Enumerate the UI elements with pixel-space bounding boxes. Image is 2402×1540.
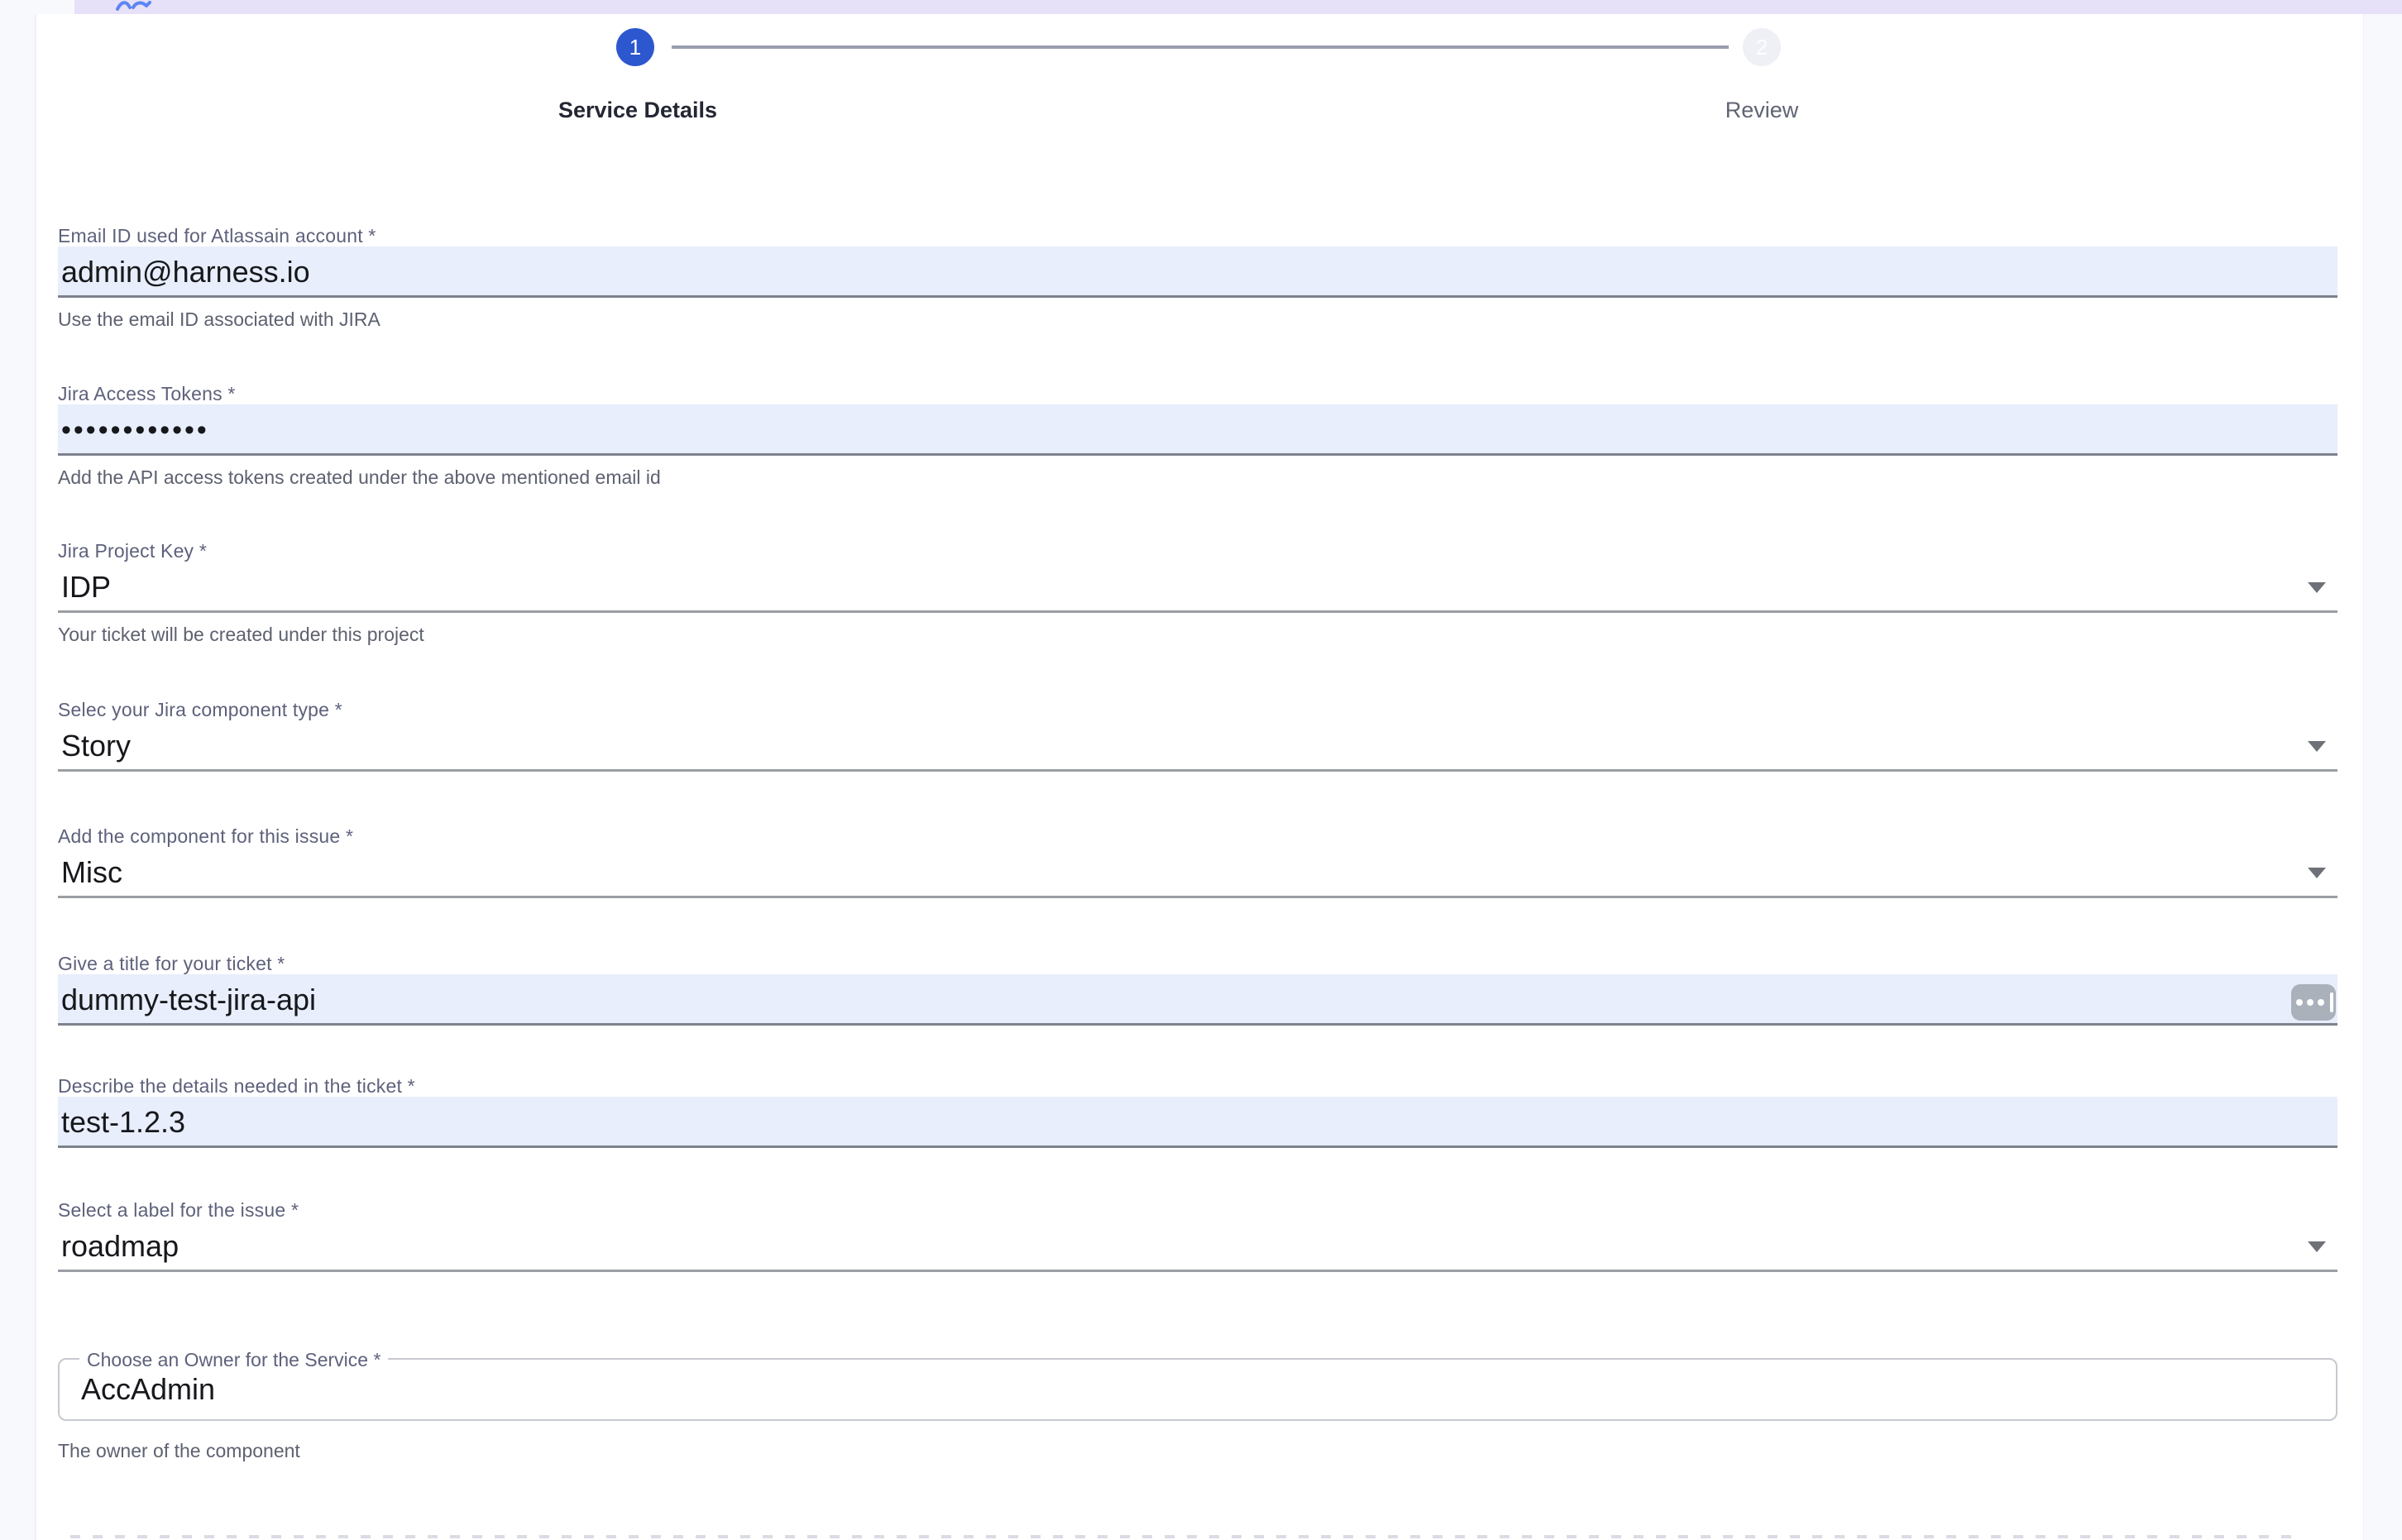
field-jira-project-key: Jira Project Key * IDP Your ticket will … xyxy=(58,540,2337,646)
top-strip-gap xyxy=(0,0,74,14)
field-jira-component-type: Selec your Jira component type * Story xyxy=(58,699,2337,772)
field-email: Email ID used for Atlassain account * ad… xyxy=(58,225,2337,331)
field-issue-component: Add the component for this issue * Misc xyxy=(58,825,2337,898)
issue-label-label: Select a label for the issue * xyxy=(58,1199,2337,1221)
field-jira-access-tokens: Jira Access Tokens * •••••••••••• Add th… xyxy=(58,383,2337,489)
autofill-dot xyxy=(2318,999,2324,1006)
chevron-down-icon xyxy=(2308,1241,2326,1252)
ticket-title-label: Give a title for your ticket * xyxy=(58,953,2337,974)
field-ticket-title: Give a title for your ticket * dummy-tes… xyxy=(58,953,2337,1026)
top-banner-strip xyxy=(0,0,2402,14)
issue-component-select[interactable]: Misc xyxy=(58,847,2337,898)
step-connector-line xyxy=(672,45,1729,49)
ticket-description-value: test-1.2.3 xyxy=(58,1097,2337,1148)
ticket-title-input[interactable]: dummy-test-jira-api xyxy=(58,974,2337,1026)
component-type-select[interactable]: Story xyxy=(58,720,2337,772)
service-owner-helper: The owner of the component xyxy=(58,1439,2337,1462)
autofill-dot xyxy=(2296,999,2303,1006)
chevron-down-icon xyxy=(2308,868,2326,878)
autofill-caret xyxy=(2330,992,2333,1012)
step-1-circle[interactable]: 1 xyxy=(616,28,654,66)
step-1-label: Service Details xyxy=(472,97,803,123)
project-key-helper: Your ticket will be created under this p… xyxy=(58,623,2337,646)
project-key-label: Jira Project Key * xyxy=(58,540,2337,562)
page: 1 2 Service Details Review Email ID used… xyxy=(0,0,2402,1540)
issue-component-value: Misc xyxy=(58,847,2337,898)
field-ticket-description: Describe the details needed in the ticke… xyxy=(58,1075,2337,1148)
component-type-label: Selec your Jira component type * xyxy=(58,699,2337,720)
service-owner-input[interactable]: Choose an Owner for the Service * AccAdm… xyxy=(58,1358,2337,1421)
left-gutter xyxy=(0,14,35,1540)
tokens-label: Jira Access Tokens * xyxy=(58,383,2337,404)
project-key-value: IDP xyxy=(58,562,2337,613)
tokens-helper: Add the API access tokens created under … xyxy=(58,466,2337,489)
issue-component-label: Add the component for this issue * xyxy=(58,825,2337,847)
email-label: Email ID used for Atlassain account * xyxy=(58,225,2337,246)
ticket-description-label: Describe the details needed in the ticke… xyxy=(58,1075,2337,1097)
ticket-description-input[interactable]: test-1.2.3 xyxy=(58,1097,2337,1148)
email-value: admin@harness.io xyxy=(58,246,2337,298)
field-issue-label: Select a label for the issue * roadmap xyxy=(58,1199,2337,1272)
email-helper: Use the email ID associated with JIRA xyxy=(58,308,2337,331)
clipped-content-fragment xyxy=(70,1535,2304,1538)
tokens-input[interactable]: •••••••••••• xyxy=(58,404,2337,456)
partial-logo-icon xyxy=(116,0,152,11)
step-2-label: Review xyxy=(1596,97,1927,123)
ticket-title-value: dummy-test-jira-api xyxy=(58,974,2337,1026)
issue-label-select[interactable]: roadmap xyxy=(58,1221,2337,1272)
service-owner-label: Choose an Owner for the Service * xyxy=(79,1349,388,1370)
component-type-value: Story xyxy=(58,720,2337,772)
autofill-dot xyxy=(2307,999,2313,1006)
chevron-down-icon xyxy=(2308,582,2326,593)
project-key-select[interactable]: IDP xyxy=(58,562,2337,613)
tokens-value: •••••••••••• xyxy=(58,404,2337,456)
right-gutter xyxy=(2364,14,2402,1540)
issue-label-value: roadmap xyxy=(58,1221,2337,1272)
email-input[interactable]: admin@harness.io xyxy=(58,246,2337,298)
autofill-badge-icon[interactable] xyxy=(2291,984,2336,1021)
chevron-down-icon xyxy=(2308,741,2326,752)
step-2-circle[interactable]: 2 xyxy=(1743,28,1781,66)
field-service-owner: Choose an Owner for the Service * AccAdm… xyxy=(58,1358,2337,1462)
service-owner-value: AccAdmin xyxy=(60,1360,2336,1419)
